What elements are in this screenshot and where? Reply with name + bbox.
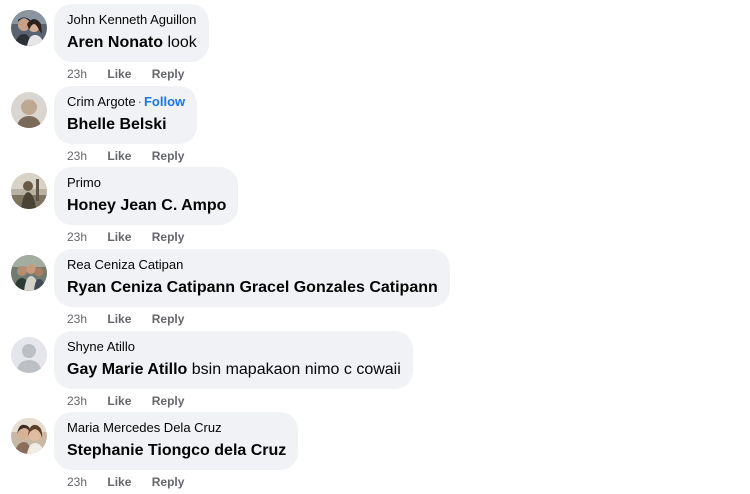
comment-timestamp[interactable]: 23h <box>67 393 87 409</box>
profile-photo-selfie-icon <box>11 418 47 454</box>
like-button[interactable]: Like <box>107 311 131 327</box>
comment-bubble: Crim Argote · Follow Bhelle Belski <box>54 86 198 144</box>
comment-timestamp[interactable]: 23h <box>67 66 87 82</box>
comment-actions: 23h Like Reply <box>67 393 184 409</box>
profile-photo-person-icon <box>11 92 47 128</box>
comment-item: John Kenneth Aguillon Aren Nonato look 2… <box>0 4 750 86</box>
reply-button[interactable]: Reply <box>152 66 185 82</box>
comment-bubble: Rea Ceniza Catipan Ryan Ceniza Catipann … <box>54 249 450 307</box>
comment-actions: 23h Like Reply <box>67 148 184 164</box>
avatar[interactable] <box>11 337 47 373</box>
separator-dot: · <box>137 94 142 109</box>
comment-item: Maria Mercedes Dela Cruz Stephanie Tiong… <box>0 412 750 494</box>
comment-mention[interactable]: Bhelle Belski <box>67 116 167 133</box>
comment-mention[interactable]: Aren Nonato <box>67 34 163 51</box>
avatar[interactable] <box>11 10 47 46</box>
comment-author[interactable]: Rea Ceniza Catipan <box>67 257 183 272</box>
comment-mention[interactable]: Gay Marie Atillo <box>67 361 187 378</box>
comment-text: look <box>167 34 197 51</box>
comment-author[interactable]: Shyne Atillo <box>67 339 135 354</box>
reply-button[interactable]: Reply <box>152 229 185 245</box>
comment-actions: 23h Like Reply <box>67 66 184 82</box>
like-button[interactable]: Like <box>107 148 131 164</box>
comment-item: Primo Honey Jean C. Ampo 23h Like Reply <box>0 167 750 249</box>
comment-list: John Kenneth Aguillon Aren Nonato look 2… <box>0 0 750 489</box>
avatar[interactable] <box>11 173 47 209</box>
profile-photo-outdoor-icon <box>11 173 47 209</box>
reply-button[interactable]: Reply <box>152 148 185 164</box>
like-button[interactable]: Like <box>107 393 131 409</box>
avatar[interactable] <box>11 418 47 454</box>
profile-photo-couple-icon <box>11 10 47 46</box>
comment-timestamp[interactable]: 23h <box>67 311 87 327</box>
comment-mention[interactable]: Honey Jean C. Ampo <box>67 197 226 214</box>
comment-timestamp[interactable]: 23h <box>67 229 87 245</box>
comment-author[interactable]: Primo <box>67 175 101 190</box>
comment-actions: 23h Like Reply <box>67 229 184 245</box>
comment-item: Shyne Atillo Gay Marie Atillo bsin mapak… <box>0 331 750 413</box>
comment-mention[interactable]: Ryan Ceniza Catipann Gracel Gonzales Cat… <box>67 279 438 296</box>
like-button[interactable]: Like <box>107 229 131 245</box>
comment-item: Rea Ceniza Catipan Ryan Ceniza Catipann … <box>0 249 750 331</box>
follow-button[interactable]: Follow <box>144 94 185 109</box>
comment-author[interactable]: Crim Argote <box>67 94 136 109</box>
comment-bubble: Primo Honey Jean C. Ampo <box>54 167 239 225</box>
reply-button[interactable]: Reply <box>152 311 185 327</box>
comment-author[interactable]: Maria Mercedes Dela Cruz <box>67 420 222 435</box>
comment-text: bsin mapakaon nimo c cowaii <box>191 361 401 378</box>
profile-photo-group-icon <box>11 255 47 291</box>
comment-item: Crim Argote · Follow Bhelle Belski 23h Lik… <box>0 86 750 168</box>
avatar[interactable] <box>11 255 47 291</box>
avatar[interactable] <box>11 92 47 128</box>
comment-bubble: Shyne Atillo Gay Marie Atillo bsin mapak… <box>54 331 413 389</box>
default-avatar-icon <box>11 337 47 373</box>
comment-mention[interactable]: Stephanie Tiongco dela Cruz <box>67 442 286 459</box>
comment-actions: 23h Like Reply <box>67 311 184 327</box>
comment-bubble: Maria Mercedes Dela Cruz Stephanie Tiong… <box>54 412 299 470</box>
comment-bubble: John Kenneth Aguillon Aren Nonato look <box>54 4 209 62</box>
comment-author[interactable]: John Kenneth Aguillon <box>67 12 196 27</box>
like-button[interactable]: Like <box>107 66 131 82</box>
reply-button[interactable]: Reply <box>152 393 185 409</box>
comment-timestamp[interactable]: 23h <box>67 148 87 164</box>
